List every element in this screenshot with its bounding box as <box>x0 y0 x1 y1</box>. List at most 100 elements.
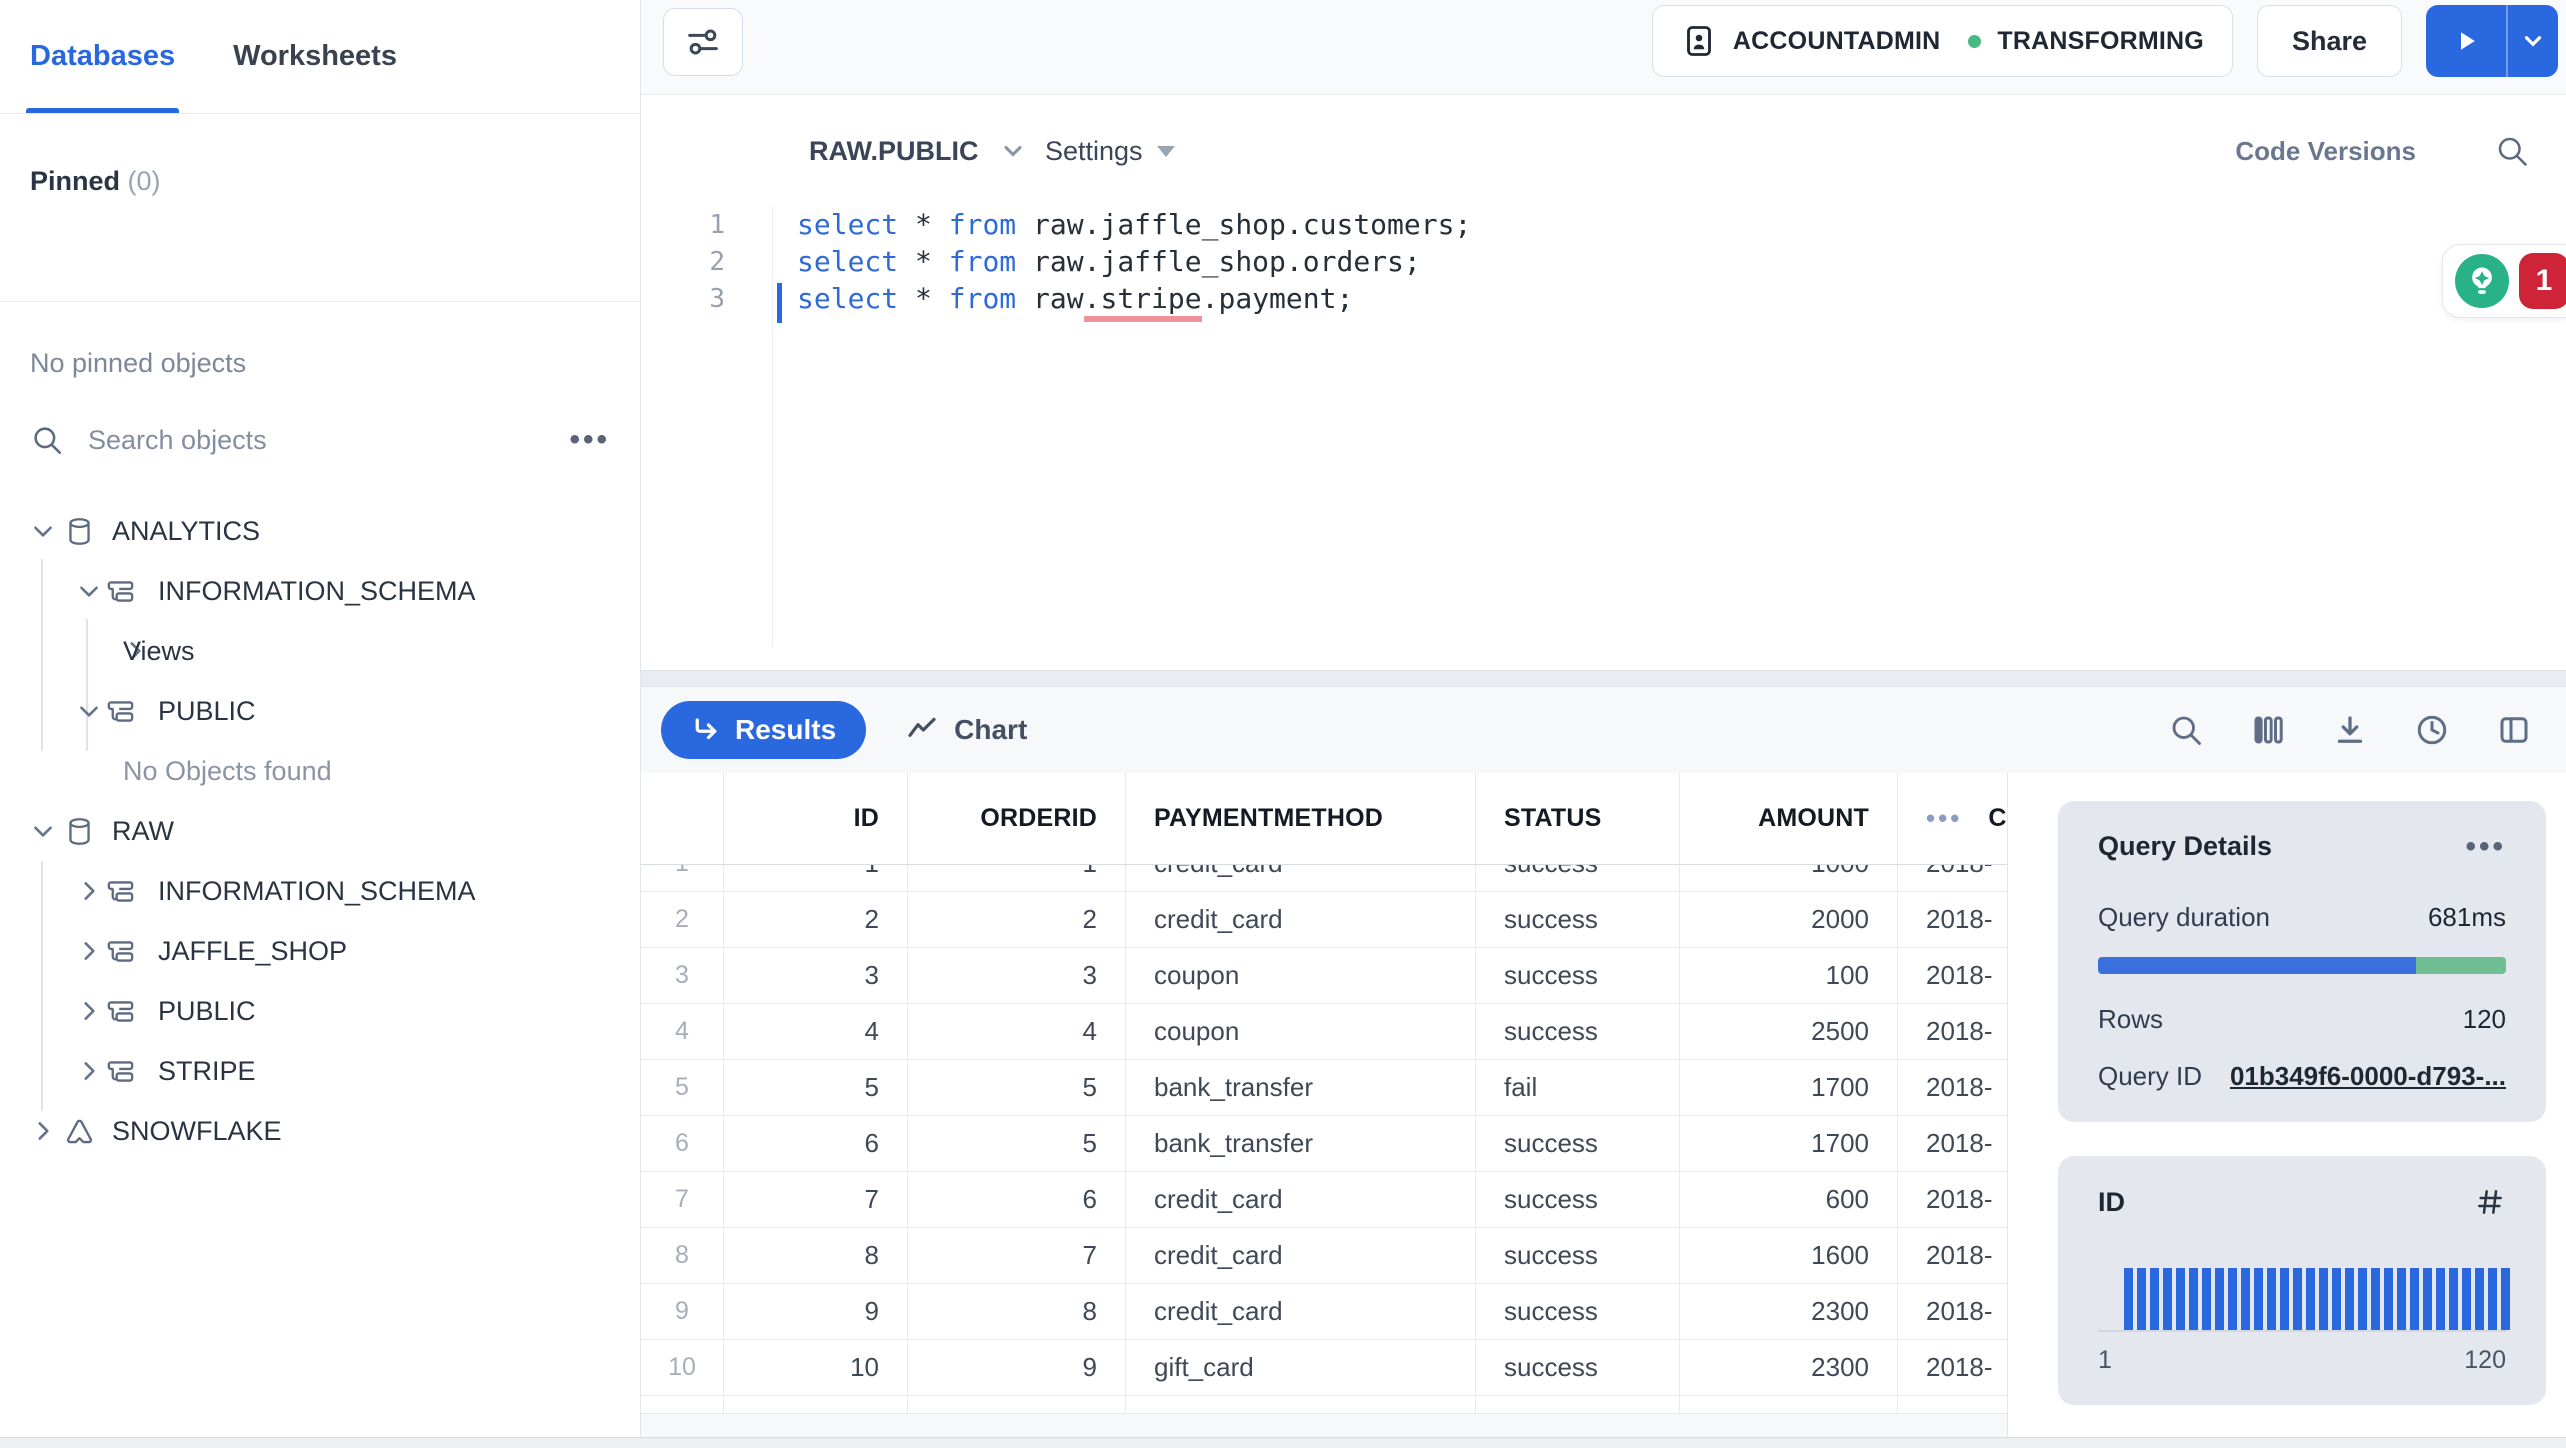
table-row[interactable]: 5 5 5 bank_transfer fail 1700 2018- <box>641 1060 2007 1116</box>
settings-dropdown[interactable]: Settings <box>1045 136 1175 167</box>
schema-icon <box>105 876 136 907</box>
tree-item-label: JAFFLE_SHOP <box>158 935 348 966</box>
query-id-link[interactable]: 01b349f6-0000-d793-... <box>2230 1061 2506 1092</box>
table-cell <box>1476 1396 1680 1414</box>
histogram-bar <box>2280 1268 2289 1330</box>
tree-item-raw[interactable]: RAW <box>0 801 640 861</box>
chevron-down-icon[interactable] <box>30 518 56 544</box>
column-header-ORDERID[interactable]: ORDERID <box>908 773 1126 864</box>
clipped-first-row: 111credit_cardsuccess10002018- <box>641 865 2007 892</box>
chevron-down-icon[interactable] <box>76 698 102 724</box>
code-versions-link[interactable]: Code Versions <box>2235 136 2416 167</box>
table-cell <box>641 1396 724 1414</box>
run-button[interactable] <box>2426 5 2506 77</box>
tab-chart[interactable]: Chart <box>906 714 1027 746</box>
share-button[interactable]: Share <box>2256 5 2402 77</box>
id-histogram[interactable]: 1 120 <box>2098 1244 2510 1375</box>
columns-button[interactable] <box>2250 712 2286 748</box>
panel-resize-handle[interactable] <box>641 670 2566 687</box>
app-icon <box>64 1116 95 1147</box>
chevron-right-icon[interactable] <box>76 1058 102 1084</box>
tree-item-label: INFORMATION_SCHEMA <box>158 575 476 606</box>
table-row[interactable]: 4 4 4 coupon success 2500 2018- <box>641 1004 2007 1060</box>
tree-item-public[interactable]: PUBLIC <box>0 981 640 1041</box>
results-table[interactable]: IDORDERIDPAYMENTMETHODSTATUSAMOUNT•••C11… <box>641 773 2007 1438</box>
tree-item-information-schema[interactable]: INFORMATION_SCHEMA <box>0 861 640 921</box>
corner-down-right-icon <box>695 718 717 740</box>
tab-results[interactable]: Results <box>661 701 867 759</box>
tree-item-analytics[interactable]: ANALYTICS <box>0 501 640 561</box>
chevron-down-icon[interactable] <box>76 578 102 604</box>
column-more-icon[interactable]: ••• <box>1926 803 1962 834</box>
histogram-bar <box>2124 1268 2133 1330</box>
column-header-PAYMENTMETHOD[interactable]: PAYMENTMETHOD <box>1126 773 1476 864</box>
sql-editor: RAW.PUBLIC Settings Code Versions 1 selec… <box>641 96 2566 670</box>
tab-worksheets[interactable]: Worksheets <box>233 0 397 113</box>
run-options-button[interactable] <box>2506 5 2558 77</box>
code-line[interactable]: 3 select * from raw.stripe.payment; <box>641 280 2566 323</box>
tree-item-jaffle-shop[interactable]: JAFFLE_SHOP <box>0 921 640 981</box>
tree-item-views[interactable]: Views <box>0 621 640 681</box>
table-row[interactable]: 111credit_cardsuccess10002018- <box>641 865 2007 892</box>
chevron-right-icon[interactable] <box>30 1118 56 1144</box>
history-clock-button[interactable] <box>2414 712 2450 748</box>
row-number-cell: 3 <box>641 948 724 1003</box>
sidebar-more-icon[interactable]: ••• <box>569 425 610 455</box>
chevron-right-icon[interactable] <box>76 998 102 1024</box>
tree-item-information-schema[interactable]: INFORMATION_SCHEMA <box>0 561 640 621</box>
database-context-dropdown[interactable]: RAW.PUBLIC <box>809 136 1027 167</box>
editor-search-button[interactable] <box>2494 133 2530 169</box>
chevron-right-icon[interactable] <box>76 938 102 964</box>
warehouse-name: TRANSFORMING <box>1997 26 2204 55</box>
column-header-STATUS[interactable]: STATUS <box>1476 773 1680 864</box>
split-panel-button[interactable] <box>2496 712 2532 748</box>
column-header-AMOUNT[interactable]: AMOUNT <box>1680 773 1898 864</box>
table-cell: 7 <box>724 1172 908 1227</box>
column-header-ID[interactable]: ID <box>724 773 908 864</box>
query-details-more-icon[interactable]: ••• <box>2465 831 2506 861</box>
tree-item-public[interactable]: PUBLIC <box>0 681 640 741</box>
column-header-C[interactable]: ••• C <box>1898 773 2007 864</box>
histogram-bar <box>2189 1268 2198 1330</box>
filters-button[interactable] <box>663 8 743 76</box>
search-results-button[interactable] <box>2168 712 2204 748</box>
download-button[interactable] <box>2332 712 2368 748</box>
table-row[interactable]: 10 10 9 gift_card success 2300 2018- <box>641 1340 2007 1396</box>
table-row[interactable]: 3 3 3 coupon success 100 2018- <box>641 948 2007 1004</box>
query-details-card: Query Details ••• Query duration 681ms R… <box>2058 801 2546 1122</box>
pinned-title: Pinned (0) <box>30 166 610 197</box>
query-id-label: Query ID <box>2098 1061 2203 1091</box>
table-row[interactable]: 2 2 2 credit_card success 2000 2018- <box>641 892 2007 948</box>
tree-item-snowflake[interactable]: SNOWFLAKE <box>0 1101 640 1161</box>
table-row[interactable]: 8 8 7 credit_card success 1600 2018- <box>641 1228 2007 1284</box>
partial-row <box>641 1396 2007 1414</box>
chart-line-icon <box>908 717 936 737</box>
table-cell: coupon <box>1126 1004 1476 1059</box>
code-area[interactable]: 1 select * from raw.jaffle_shop.customers… <box>641 206 2566 647</box>
histogram-bar <box>2358 1268 2367 1330</box>
tab-databases[interactable]: Databases <box>25 0 180 113</box>
table-cell: 2 <box>908 892 1126 947</box>
object-search[interactable]: Search objects ••• <box>30 423 610 457</box>
table-cell <box>1680 1396 1898 1414</box>
histogram-bar <box>2436 1268 2445 1330</box>
table-row[interactable]: 9 9 8 credit_card success 2300 2018- <box>641 1284 2007 1340</box>
tree-item-no-objects-found[interactable]: No Objects found <box>0 741 640 801</box>
copilot-widget[interactable]: 1 <box>2442 244 2566 318</box>
context-selector[interactable]: ACCOUNTADMIN TRANSFORMING <box>1651 5 2233 77</box>
chevron-right-icon[interactable] <box>76 878 102 904</box>
code-line[interactable]: 2 select * from raw.jaffle_shop.orders; <box>641 243 2566 280</box>
histogram-bar <box>2176 1268 2185 1330</box>
horizontal-scrollbar[interactable] <box>0 1437 2566 1448</box>
table-cell: success <box>1476 865 1680 891</box>
table-cell: 5 <box>908 1116 1126 1171</box>
schema-icon <box>105 996 136 1027</box>
tree-item-stripe[interactable]: STRIPE <box>0 1041 640 1101</box>
results-tab-label: Results <box>735 714 837 745</box>
histogram-bar <box>2462 1268 2471 1330</box>
table-row[interactable]: 6 6 5 bank_transfer success 1700 2018- <box>641 1116 2007 1172</box>
role-badge-icon <box>1681 23 1717 59</box>
code-line[interactable]: 1 select * from raw.jaffle_shop.customers… <box>641 206 2566 243</box>
chevron-down-icon[interactable] <box>30 818 56 844</box>
table-row[interactable]: 7 7 6 credit_card success 600 2018- <box>641 1172 2007 1228</box>
